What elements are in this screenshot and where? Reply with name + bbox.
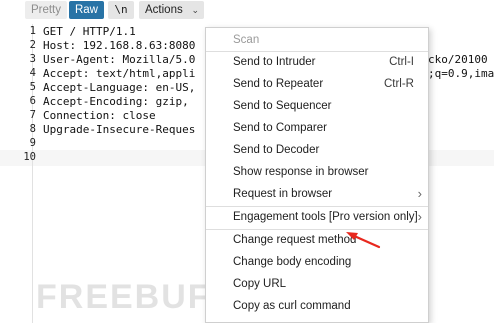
actions-dropdown-button[interactable]: Actions ⌄ [139,1,204,19]
editor-toolbar: Pretty Raw \n Actions ⌄ [0,0,494,20]
actions-label: Actions [145,4,183,16]
menu-item-label: Request in browser [233,188,333,200]
menu-item-label: Scan [233,34,260,46]
header-line[interactable]: Accept-Encoding: gzip, [43,94,189,109]
line-number: 2 [29,39,36,51]
menu-item-label: Send to Sequencer [233,100,332,112]
freebuf-watermark: FREEBUF [36,278,211,316]
menu-item-label: Show response in browser [233,166,369,178]
line-number: 8 [29,123,36,135]
menu-item-copy-as-curl[interactable]: Copy as curl command [206,295,428,317]
header-line-overflow[interactable]: ;q=0.9,ima [428,66,494,81]
menu-item-send-to-intruder[interactable]: Send to Intruder Ctrl-I [206,51,428,73]
line-number: 3 [29,53,36,65]
menu-item-change-request-method[interactable]: Change request method [206,229,428,251]
header-line[interactable]: Connection: close [43,108,156,123]
menu-item-copy-url[interactable]: Copy URL [206,273,428,295]
annotation-arrow-icon [346,232,381,249]
menu-item-label: Send to Intruder [233,56,316,68]
chevron-right-icon: › [417,186,422,201]
raw-view-button[interactable]: Raw [69,1,104,19]
line-number: 1 [29,25,36,37]
menu-item-send-to-repeater[interactable]: Send to Repeater Ctrl-R [206,73,428,95]
menu-item-shortcut: Ctrl-R [383,78,414,90]
menu-item-label: Copy as curl command [233,300,351,312]
line-number: 6 [29,95,36,107]
menu-item-send-to-comparer[interactable]: Send to Comparer [206,117,428,139]
menu-item-engagement-tools[interactable]: Engagement tools [Pro version only] › [206,206,428,228]
header-line[interactable]: Accept-Language: en-US, [43,80,195,95]
actions-context-menu: Scan Send to Intruder Ctrl-I Send to Rep… [205,27,429,323]
pretty-view-button[interactable]: Pretty [25,1,67,19]
menu-item-scan: Scan [206,29,428,51]
header-line-overflow[interactable]: cko/20100 [428,52,488,67]
chevron-down-icon: ⌄ [191,5,199,15]
menu-item-label: Send to Repeater [233,78,324,90]
menu-item-send-to-sequencer[interactable]: Send to Sequencer [206,95,428,117]
menu-item-label: Send to Comparer [233,122,327,134]
menu-item-show-response-in-browser[interactable]: Show response in browser [206,161,428,183]
header-line[interactable]: Accept: text/html,appli [43,66,195,81]
request-line[interactable]: GET / HTTP/1.1 [43,24,136,39]
header-line[interactable]: Upgrade-Insecure-Reques [43,122,195,137]
menu-item-request-in-browser[interactable]: Request in browser › [206,183,428,205]
menu-item-label: Send to Decoder [233,144,320,156]
menu-item-label: Change request method [233,234,357,246]
menu-item-change-body-encoding[interactable]: Change body encoding [206,251,428,273]
header-line[interactable]: User-Agent: Mozilla/5.0 [43,52,195,67]
menu-item-send-to-decoder[interactable]: Send to Decoder [206,139,428,161]
chevron-right-icon: › [417,209,422,224]
menu-item-label: Engagement tools [Pro version only] [233,211,418,223]
menu-item-label: Copy URL [233,278,287,290]
line-number: 4 [29,67,36,79]
line-number: 5 [29,81,36,93]
menu-item-shortcut: Ctrl-I [389,56,414,68]
menu-item-label: Change body encoding [233,256,352,268]
line-number: 10 [23,151,36,163]
header-line[interactable]: Host: 192.168.8.63:8080 [43,38,195,53]
show-newlines-button[interactable]: \n [108,1,134,19]
line-number: 7 [29,109,36,121]
line-number: 9 [29,137,36,149]
